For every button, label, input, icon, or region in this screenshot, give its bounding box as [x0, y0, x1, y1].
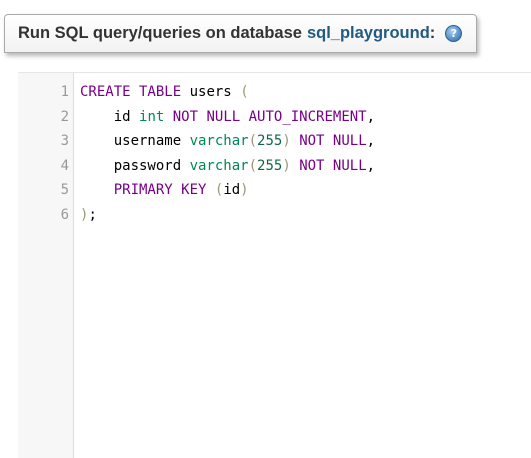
code-text[interactable]: PRIMARY KEY (id): [80, 178, 249, 203]
code-token: 255: [257, 157, 283, 174]
header-title: Run SQL query/queries on database: [18, 24, 302, 42]
code-text[interactable]: CREATE TABLE users (: [80, 80, 249, 105]
query-panel-header: Run SQL query/queries on database sql_pl…: [4, 14, 477, 53]
code-line[interactable]: 2 id int NOT NULL AUTO_INCREMENT,: [18, 105, 531, 130]
code-token: NOT NULL AUTO_INCREMENT: [172, 108, 367, 125]
code-token: NOT NULL: [299, 133, 367, 150]
code-token: (: [240, 84, 249, 100]
code-token: int: [139, 108, 165, 125]
help-icon[interactable]: ?: [445, 25, 463, 42]
code-token: varchar: [189, 157, 249, 174]
code-token: id: [80, 108, 140, 125]
line-number: 1: [60, 84, 69, 100]
code-token: users: [189, 84, 232, 100]
database-link[interactable]: sql_playground: [307, 24, 430, 43]
line-number: 3: [60, 133, 69, 150]
code-line[interactable]: 1 CREATE TABLE users (: [18, 80, 531, 105]
code-text[interactable]: );: [80, 203, 97, 228]
code-line[interactable]: 5 PRIMARY KEY (id): [18, 178, 531, 203]
code-token: (: [248, 157, 258, 174]
sql-editor[interactable]: 1 CREATE TABLE users (2 id int NOT NULL A…: [18, 72, 531, 458]
code-token: username: [80, 133, 190, 150]
code-text[interactable]: password varchar(255) NOT NULL,: [80, 154, 375, 179]
sql-query-panel: Run SQL query/queries on database sql_pl…: [0, 0, 531, 458]
code-text[interactable]: id int NOT NULL AUTO_INCREMENT,: [80, 105, 375, 130]
code-line[interactable]: 6);: [18, 203, 531, 228]
code-token: CREATE TABLE: [80, 84, 182, 100]
code-token: password: [80, 157, 190, 174]
code-token: ,: [366, 133, 376, 150]
code-line[interactable]: 4 password varchar(255) NOT NULL,: [18, 154, 531, 179]
line-number: 2: [60, 108, 69, 125]
code-token: ): [282, 133, 291, 150]
code-token: id: [223, 182, 241, 199]
line-number: 4: [60, 157, 69, 174]
code-line[interactable]: 3 username varchar(255) NOT NULL,: [18, 129, 531, 154]
code-token: ): [282, 157, 291, 174]
code-token: ;: [88, 206, 97, 223]
code-token: varchar: [189, 133, 249, 150]
line-number: 5: [60, 182, 69, 199]
code-text[interactable]: username varchar(255) NOT NULL,: [80, 129, 375, 154]
code-token: ,: [366, 157, 376, 174]
line-number: 6: [60, 206, 69, 223]
code-token: ,: [366, 108, 376, 125]
header-colon: :: [429, 24, 436, 42]
code-token: 255: [257, 133, 283, 150]
code-area[interactable]: 1 CREATE TABLE users (2 id int NOT NULL A…: [18, 80, 531, 228]
code-token: PRIMARY KEY: [113, 182, 207, 199]
code-token: (: [248, 133, 258, 150]
code-token: ): [240, 182, 249, 199]
code-token: NOT NULL: [299, 157, 367, 174]
